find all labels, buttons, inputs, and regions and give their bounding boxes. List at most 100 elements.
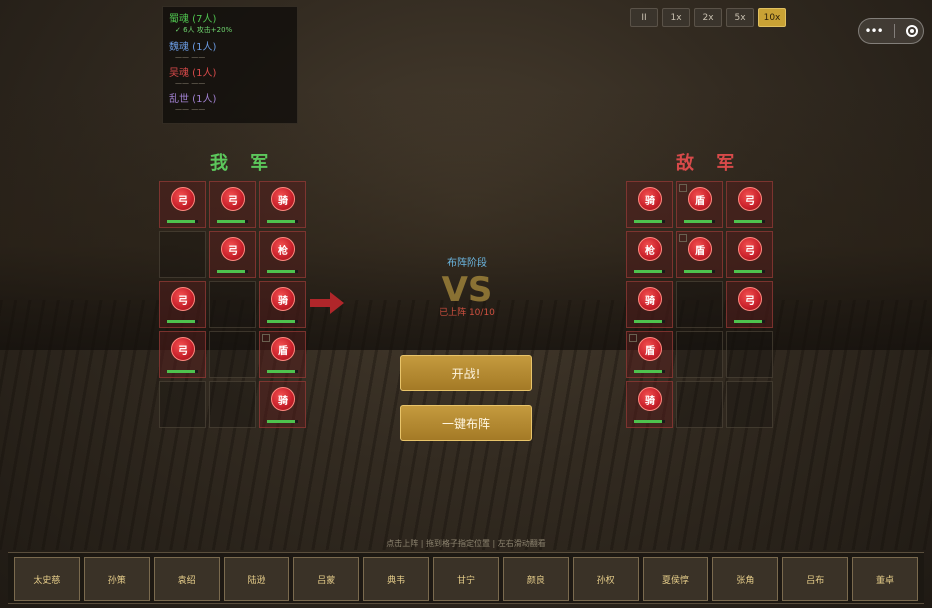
hero-card[interactable]: 典韦 bbox=[363, 557, 430, 601]
hp-fill bbox=[634, 270, 662, 273]
enemy-grid-cell[interactable]: 骑 bbox=[626, 181, 673, 228]
ours-grid-cell[interactable] bbox=[209, 381, 256, 428]
auto-deploy-button[interactable]: 一键布阵 bbox=[400, 405, 532, 441]
ours-grid-cell[interactable] bbox=[159, 231, 206, 278]
more-icon[interactable]: ••• bbox=[864, 24, 883, 38]
unit-type-badge: 弓 bbox=[221, 187, 245, 211]
enemy-grid-cell[interactable] bbox=[676, 281, 723, 328]
enemy-grid-cell[interactable]: 弓 bbox=[726, 231, 773, 278]
hero-card[interactable]: 吕布 bbox=[782, 557, 849, 601]
enemy-grid-cell[interactable]: 盾 bbox=[626, 331, 673, 378]
enemy-formation-grid: 骑盾弓枪盾弓骑弓盾骑 bbox=[626, 181, 773, 428]
hero-name: 孙策 bbox=[107, 575, 126, 586]
hp-fill bbox=[634, 220, 662, 223]
hero-card[interactable]: 袁绍 bbox=[153, 557, 220, 601]
unit-type-badge: 骑 bbox=[638, 187, 662, 211]
speed-5x-button[interactable]: 5x bbox=[726, 8, 754, 27]
lock-icon bbox=[679, 184, 687, 192]
hp-bar bbox=[634, 370, 665, 373]
ours-grid-cell[interactable] bbox=[209, 281, 256, 328]
ours-grid-cell[interactable]: 枪 bbox=[259, 231, 306, 278]
hero-card[interactable]: 太史慈 bbox=[14, 557, 80, 601]
ours-grid-cell[interactable]: 弓 bbox=[159, 281, 206, 328]
ours-grid-cell[interactable]: 弓 bbox=[159, 331, 206, 378]
lock-icon bbox=[679, 234, 687, 242]
enemy-grid-cell[interactable]: 弓 bbox=[726, 281, 773, 328]
hp-bar bbox=[734, 270, 765, 273]
hero-card[interactable]: 吕蒙 bbox=[293, 557, 360, 601]
enemy-grid-cell[interactable] bbox=[676, 331, 723, 378]
hp-fill bbox=[267, 420, 295, 423]
hp-bar bbox=[167, 320, 198, 323]
hero-name: 甘宁 bbox=[456, 575, 475, 586]
enemy-army-title: 敌 军 bbox=[676, 153, 743, 174]
enemy-grid-cell[interactable] bbox=[726, 331, 773, 378]
enemy-grid-cell[interactable]: 盾 bbox=[676, 231, 723, 278]
hero-card[interactable]: 董卓 bbox=[852, 557, 918, 601]
ours-grid-cell[interactable]: 骑 bbox=[259, 281, 306, 328]
ours-grid-cell[interactable]: 弓 bbox=[209, 181, 256, 228]
hero-name: 颜良 bbox=[526, 575, 545, 586]
hp-bar bbox=[267, 270, 298, 273]
ours-grid-cell[interactable]: 骑 bbox=[259, 381, 306, 428]
enemy-grid-cell[interactable]: 弓 bbox=[726, 181, 773, 228]
ours-grid-cell[interactable] bbox=[159, 381, 206, 428]
enemy-grid-cell[interactable]: 盾 bbox=[676, 181, 723, 228]
enemy-grid-cell[interactable]: 枪 bbox=[626, 231, 673, 278]
unit-type-badge: 盾 bbox=[688, 187, 712, 211]
faction-bonus-panel: 蜀魂 (7人) ✓ 6人 攻击+20% 魏魂 (1人) —— —— 吴魂 (1人… bbox=[162, 6, 298, 124]
faction-row-chaos: 乱世 (1人) —— —— bbox=[169, 90, 291, 113]
hero-name: 夏侯惇 bbox=[662, 575, 690, 586]
hero-card[interactable]: 夏侯惇 bbox=[642, 557, 709, 601]
enemy-grid-cell[interactable]: 骑 bbox=[626, 381, 673, 428]
enemy-grid-cell[interactable]: 骑 bbox=[626, 281, 673, 328]
hp-bar bbox=[267, 420, 298, 423]
lock-icon bbox=[262, 334, 270, 342]
unit-type-badge: 盾 bbox=[271, 337, 295, 361]
start-battle-button[interactable]: 开战! bbox=[400, 355, 532, 391]
pause-button[interactable]: II bbox=[630, 8, 658, 27]
ours-grid-cell[interactable] bbox=[209, 331, 256, 378]
hero-card[interactable]: 张角 bbox=[712, 557, 779, 601]
enemy-grid-cell[interactable] bbox=[676, 381, 723, 428]
hero-card[interactable]: 孙权 bbox=[572, 557, 639, 601]
speed-controls: II 1x 2x 5x 10x bbox=[630, 8, 786, 27]
phase-label: 布阵阶段 bbox=[447, 258, 487, 269]
faction-bonus: —— —— bbox=[175, 105, 206, 113]
hero-card[interactable]: 甘宁 bbox=[433, 557, 499, 601]
ours-grid-cell[interactable]: 弓 bbox=[209, 231, 256, 278]
ours-grid-cell[interactable]: 盾 bbox=[259, 331, 306, 378]
hp-fill bbox=[734, 320, 762, 323]
faction-bonus: —— —— bbox=[175, 53, 206, 61]
hero-card[interactable]: 颜良 bbox=[502, 557, 569, 601]
hp-fill bbox=[734, 270, 762, 273]
hp-fill bbox=[634, 320, 662, 323]
hero-name: 吕布 bbox=[806, 575, 825, 586]
ours-grid-cell[interactable]: 骑 bbox=[259, 181, 306, 228]
vs-label: VS bbox=[441, 270, 493, 310]
hp-fill bbox=[634, 370, 662, 373]
hp-bar bbox=[734, 220, 765, 223]
hero-name: 袁绍 bbox=[177, 575, 196, 586]
hp-fill bbox=[684, 270, 712, 273]
hp-fill bbox=[267, 320, 295, 323]
unit-type-badge: 骑 bbox=[271, 387, 295, 411]
unit-type-badge: 弓 bbox=[221, 237, 245, 261]
hp-bar bbox=[267, 370, 298, 373]
faction-row-wu: 吴魂 (1人) —— —— bbox=[169, 64, 291, 87]
faction-name: 魏魂 (1人) bbox=[169, 42, 217, 53]
unit-type-badge: 弓 bbox=[171, 187, 195, 211]
ours-grid-cell[interactable]: 弓 bbox=[159, 181, 206, 228]
hero-card[interactable]: 孙策 bbox=[83, 557, 150, 601]
unit-type-badge: 枪 bbox=[638, 237, 662, 261]
unit-type-badge: 骑 bbox=[271, 187, 295, 211]
speed-2x-button[interactable]: 2x bbox=[694, 8, 722, 27]
hero-card[interactable]: 陆逊 bbox=[223, 557, 290, 601]
hp-bar bbox=[634, 420, 665, 423]
speed-1x-button[interactable]: 1x bbox=[662, 8, 690, 27]
enemy-grid-cell[interactable] bbox=[726, 381, 773, 428]
speed-10x-button[interactable]: 10x bbox=[758, 8, 786, 27]
unit-type-badge: 弓 bbox=[171, 287, 195, 311]
close-miniprogram-icon[interactable] bbox=[905, 25, 918, 37]
hp-fill bbox=[167, 320, 195, 323]
